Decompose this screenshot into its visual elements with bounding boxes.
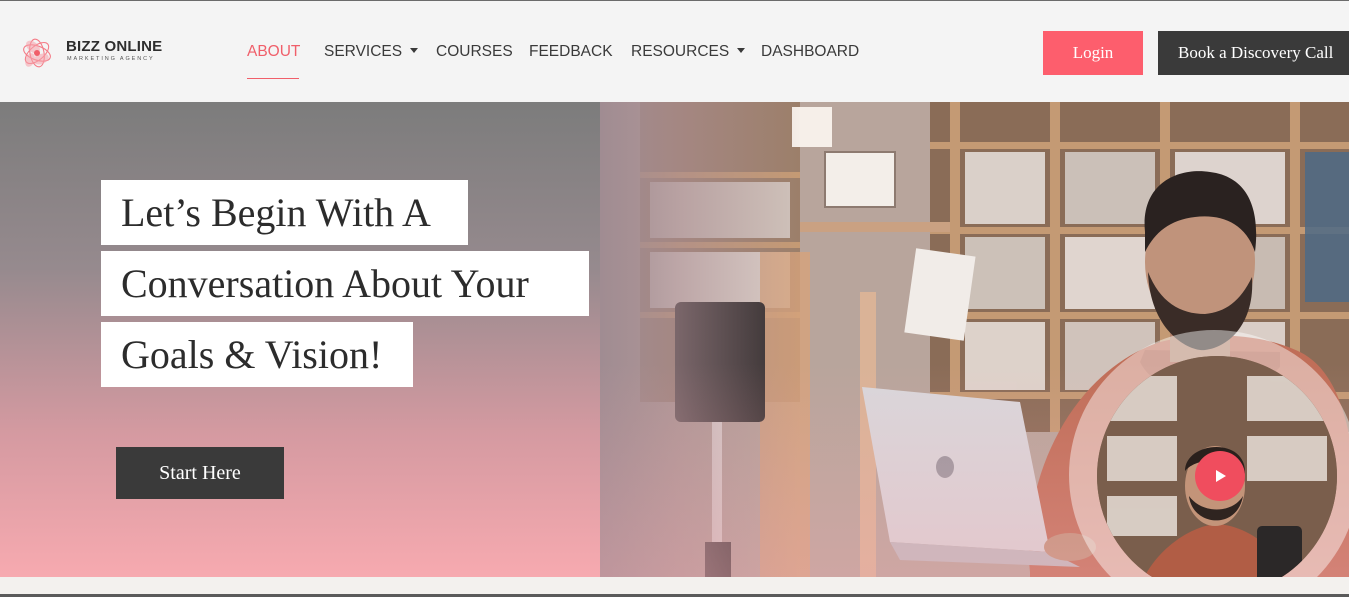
- nav-item-resources[interactable]: RESOURCES: [631, 43, 746, 63]
- nav-item-label: ABOUT: [247, 43, 301, 60]
- hero-headline-line-2: Conversation About Your: [101, 251, 589, 316]
- nav-item-label: DASHBOARD: [761, 43, 860, 60]
- active-underline: [247, 78, 299, 79]
- nav-item-label: SERVICES: [324, 43, 403, 60]
- nav-item-courses[interactable]: COURSES: [436, 43, 513, 63]
- brand-tagline: MARKETING AGENCY: [67, 56, 155, 62]
- play-icon: [1216, 470, 1226, 482]
- nav-item-dashboard[interactable]: DASHBOARD: [761, 43, 859, 63]
- site-header: BIZZ ONLINE MARKETING AGENCY ABOUT SERVI…: [0, 0, 1349, 102]
- flower-logo-icon: [23, 38, 51, 68]
- brand-name: BIZZ ONLINE: [66, 38, 163, 55]
- play-video-button[interactable]: [1195, 451, 1245, 501]
- hero-headline-line-3: Goals & Vision!: [101, 322, 413, 387]
- hero-headline-line-1: Let’s Begin With A: [101, 180, 468, 245]
- brand-logo[interactable]: BIZZ ONLINE MARKETING AGENCY: [16, 33, 176, 73]
- nav-item-feedback[interactable]: FEEDBACK: [529, 43, 613, 63]
- nav-item-label: FEEDBACK: [529, 43, 613, 60]
- caret-down-icon: [410, 48, 419, 53]
- caret-down-icon: [737, 48, 746, 53]
- nav-item-label: RESOURCES: [631, 43, 730, 60]
- nav-item-services[interactable]: SERVICES: [324, 43, 419, 63]
- login-button[interactable]: Login: [1043, 31, 1143, 75]
- nav-item-label: COURSES: [436, 43, 513, 60]
- start-here-button[interactable]: Start Here: [116, 447, 284, 499]
- nav-item-about[interactable]: ABOUT: [247, 43, 301, 79]
- book-discovery-call-button[interactable]: Book a Discovery Call: [1158, 31, 1349, 75]
